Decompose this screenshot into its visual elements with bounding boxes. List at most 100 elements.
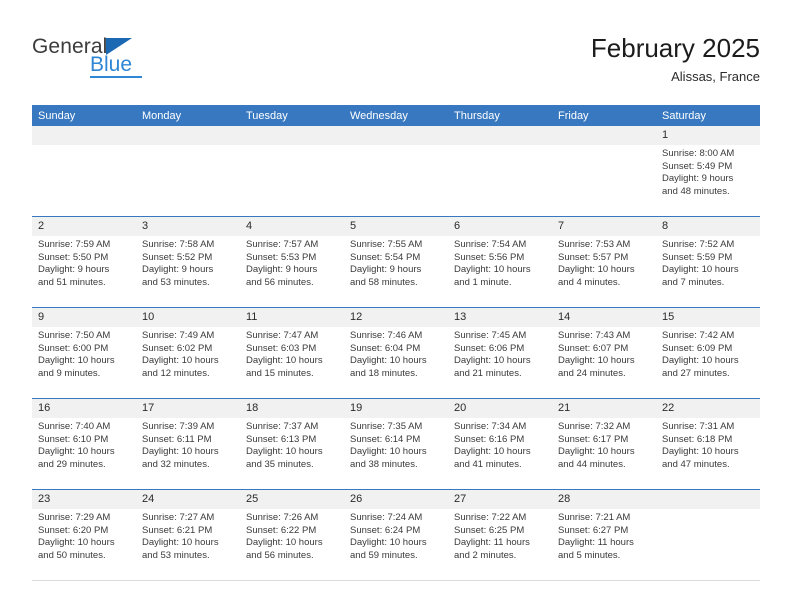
page-header: General Blue February 2025 Alissas, Fran… (32, 32, 760, 94)
calendar-day-cell[interactable]: 18 Sunrise: 7:37 AM Sunset: 6:13 PM Dayligh… (240, 398, 344, 490)
day-detail-daylight2: and 24 minutes. (558, 367, 626, 379)
day-detail-daylight1: Daylight: 10 hours (350, 537, 427, 549)
calendar-day-cell[interactable]: 9 Sunrise: 7:50 AM Sunset: 6:00 PM Daylight… (32, 307, 136, 399)
day-number (240, 126, 344, 145)
weekday-monday: Monday (136, 105, 240, 126)
day-detail-sunrise: Sunrise: 7:42 AM (662, 330, 735, 341)
day-number: 9 (32, 308, 136, 327)
day-detail-daylight2: and 7 minutes. (662, 276, 725, 288)
day-detail-daylight2: and 18 minutes. (350, 367, 418, 379)
day-detail-sunrise: Sunrise: 7:57 AM (246, 239, 319, 250)
day-detail-daylight1: Daylight: 11 hours (454, 537, 530, 549)
day-details: Sunrise: 7:21 AM Sunset: 6:27 PM Daylight:… (552, 509, 656, 562)
calendar-day-cell[interactable]: 27 Sunrise: 7:22 AM Sunset: 6:25 PM Dayligh… (448, 489, 552, 581)
day-detail-sunset: Sunset: 6:04 PM (350, 342, 421, 354)
calendar-day-cell[interactable]: 21 Sunrise: 7:32 AM Sunset: 6:17 PM Dayligh… (552, 398, 656, 490)
calendar-day-cell[interactable]: 7 Sunrise: 7:53 AM Sunset: 5:57 PM Daylight… (552, 216, 656, 308)
day-number: 22 (656, 399, 760, 418)
day-detail-daylight1: Daylight: 9 hours (350, 264, 422, 276)
day-details: Sunrise: 7:32 AM Sunset: 6:17 PM Daylight:… (552, 418, 656, 471)
calendar-week-row: 1 Sunrise: 8:00 AM Sunset: 5:49 PM Daylight… (32, 126, 760, 217)
calendar-day-cell[interactable]: 11 Sunrise: 7:47 AM Sunset: 6:03 PM Dayligh… (240, 307, 344, 399)
calendar-day-cell[interactable]: 23 Sunrise: 7:29 AM Sunset: 6:20 PM Dayligh… (32, 489, 136, 581)
calendar-day-cell[interactable]: 15 Sunrise: 7:42 AM Sunset: 6:09 PM Dayligh… (656, 307, 760, 399)
calendar-day-cell[interactable]: 19 Sunrise: 7:35 AM Sunset: 6:14 PM Dayligh… (344, 398, 448, 490)
calendar-week-row: 9 Sunrise: 7:50 AM Sunset: 6:00 PM Daylight… (32, 307, 760, 399)
generalblue-logo[interactable]: General Blue (32, 36, 232, 92)
day-detail-daylight2: and 15 minutes. (246, 367, 314, 379)
location-label: Alissas, France (671, 69, 760, 84)
day-detail-daylight1: Daylight: 10 hours (38, 355, 115, 367)
day-number: 23 (32, 490, 136, 509)
calendar-day-cell[interactable]: 2 Sunrise: 7:59 AM Sunset: 5:50 PM Daylight… (32, 216, 136, 308)
calendar-day-cell[interactable]: 12 Sunrise: 7:46 AM Sunset: 6:04 PM Dayligh… (344, 307, 448, 399)
day-detail-sunrise: Sunrise: 7:34 AM (454, 421, 527, 432)
day-detail-daylight2: and 2 minutes. (454, 549, 517, 561)
day-number: 18 (240, 399, 344, 418)
calendar-day-cell[interactable]: 24 Sunrise: 7:27 AM Sunset: 6:21 PM Dayligh… (136, 489, 240, 581)
calendar-day-cell[interactable]: 8 Sunrise: 7:52 AM Sunset: 5:59 PM Daylight… (656, 216, 760, 308)
calendar-day-cell-empty (32, 126, 136, 217)
calendar-day-cell[interactable]: 10 Sunrise: 7:49 AM Sunset: 6:02 PM Dayligh… (136, 307, 240, 399)
weekday-header-row: Sunday Monday Tuesday Wednesday Thursday… (32, 105, 760, 126)
calendar-day-cell[interactable]: 26 Sunrise: 7:24 AM Sunset: 6:24 PM Dayligh… (344, 489, 448, 581)
weekday-friday: Friday (552, 105, 656, 126)
day-details: Sunrise: 7:54 AM Sunset: 5:56 PM Daylight:… (448, 236, 552, 289)
calendar-table: Sunday Monday Tuesday Wednesday Thursday… (32, 105, 760, 581)
day-detail-sunset: Sunset: 5:54 PM (350, 251, 421, 263)
day-detail-sunrise: Sunrise: 7:21 AM (558, 512, 631, 523)
day-details: Sunrise: 7:50 AM Sunset: 6:00 PM Daylight:… (32, 327, 136, 380)
day-number (552, 126, 656, 145)
calendar-day-cell[interactable]: 14 Sunrise: 7:43 AM Sunset: 6:07 PM Dayligh… (552, 307, 656, 399)
calendar-day-cell[interactable]: 16 Sunrise: 7:40 AM Sunset: 6:10 PM Dayligh… (32, 398, 136, 490)
calendar-day-cell[interactable]: 28 Sunrise: 7:21 AM Sunset: 6:27 PM Dayligh… (552, 489, 656, 581)
day-detail-daylight1: Daylight: 10 hours (662, 446, 739, 458)
day-detail-daylight1: Daylight: 10 hours (454, 446, 531, 458)
calendar-day-cell[interactable]: 22 Sunrise: 7:31 AM Sunset: 6:18 PM Dayligh… (656, 398, 760, 490)
weekday-wednesday: Wednesday (344, 105, 448, 126)
day-detail-daylight2: and 59 minutes. (350, 549, 418, 561)
weekday-saturday: Saturday (656, 105, 760, 126)
calendar-day-cell[interactable]: 3 Sunrise: 7:58 AM Sunset: 5:52 PM Daylight… (136, 216, 240, 308)
day-details: Sunrise: 7:49 AM Sunset: 6:02 PM Daylight:… (136, 327, 240, 380)
calendar-day-cell[interactable]: 17 Sunrise: 7:39 AM Sunset: 6:11 PM Dayligh… (136, 398, 240, 490)
calendar-day-cell[interactable]: 6 Sunrise: 7:54 AM Sunset: 5:56 PM Daylight… (448, 216, 552, 308)
day-detail-daylight2: and 9 minutes. (38, 367, 101, 379)
calendar-day-cell[interactable]: 1 Sunrise: 8:00 AM Sunset: 5:49 PM Daylight… (656, 126, 760, 217)
day-detail-sunset: Sunset: 6:14 PM (350, 433, 421, 445)
calendar-day-cell-empty (344, 126, 448, 217)
day-detail-sunset: Sunset: 6:07 PM (558, 342, 629, 354)
calendar-week-row: 23 Sunrise: 7:29 AM Sunset: 6:20 PM Dayligh… (32, 489, 760, 581)
calendar-day-cell[interactable]: 4 Sunrise: 7:57 AM Sunset: 5:53 PM Daylight… (240, 216, 344, 308)
page-title: February 2025 (590, 33, 760, 63)
day-detail-daylight2: and 56 minutes. (246, 276, 314, 288)
day-number (656, 490, 760, 509)
day-detail-sunset: Sunset: 6:10 PM (38, 433, 109, 445)
day-detail-sunset: Sunset: 5:50 PM (38, 251, 109, 263)
calendar-day-cell[interactable]: 13 Sunrise: 7:45 AM Sunset: 6:06 PM Dayligh… (448, 307, 552, 399)
calendar-day-cell[interactable]: 5 Sunrise: 7:55 AM Sunset: 5:54 PM Daylight… (344, 216, 448, 308)
day-number (32, 126, 136, 145)
day-detail-sunset: Sunset: 6:22 PM (246, 524, 317, 536)
calendar-day-cell-empty (656, 489, 760, 581)
day-detail-sunrise: Sunrise: 7:55 AM (350, 239, 423, 250)
day-detail-daylight2: and 58 minutes. (350, 276, 418, 288)
day-detail-sunrise: Sunrise: 7:39 AM (142, 421, 215, 432)
day-detail-sunset: Sunset: 5:52 PM (142, 251, 213, 263)
day-detail-sunrise: Sunrise: 7:37 AM (246, 421, 319, 432)
calendar-day-cell[interactable]: 25 Sunrise: 7:26 AM Sunset: 6:22 PM Dayligh… (240, 489, 344, 581)
day-number: 13 (448, 308, 552, 327)
day-detail-daylight2: and 5 minutes. (558, 549, 621, 561)
day-number: 12 (344, 308, 448, 327)
day-detail-daylight1: Daylight: 9 hours (662, 173, 734, 185)
day-detail-sunset: Sunset: 5:59 PM (662, 251, 733, 263)
day-details: Sunrise: 7:59 AM Sunset: 5:50 PM Daylight:… (32, 236, 136, 289)
day-detail-daylight1: Daylight: 10 hours (558, 355, 635, 367)
calendar-head: Sunday Monday Tuesday Wednesday Thursday… (32, 105, 760, 126)
day-detail-daylight1: Daylight: 11 hours (558, 537, 634, 549)
day-detail-daylight2: and 41 minutes. (454, 458, 522, 470)
day-number: 16 (32, 399, 136, 418)
day-detail-daylight1: Daylight: 10 hours (38, 537, 115, 549)
day-detail-sunrise: Sunrise: 7:59 AM (38, 239, 111, 250)
calendar-day-cell[interactable]: 20 Sunrise: 7:34 AM Sunset: 6:16 PM Dayligh… (448, 398, 552, 490)
